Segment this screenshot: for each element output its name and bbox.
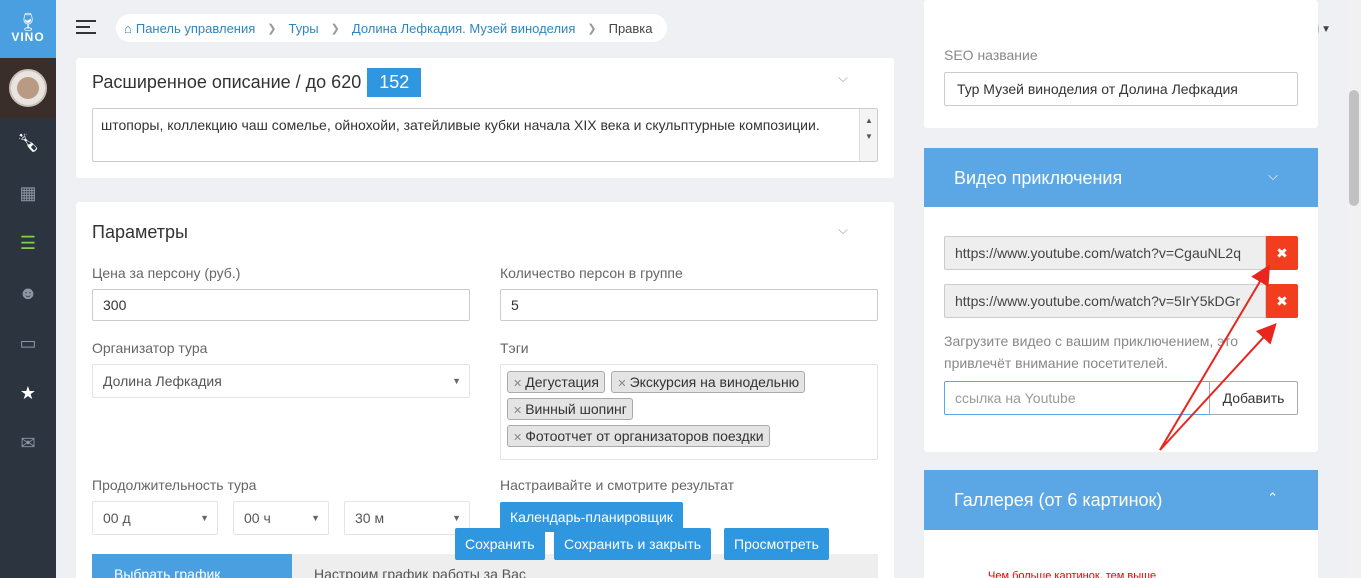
sidebar-item-wine[interactable]: 🍾︎ bbox=[0, 118, 56, 168]
organizer-select[interactable]: Долина Лефкадия ▼ bbox=[92, 364, 470, 398]
seo-label: SEO название bbox=[944, 47, 1038, 63]
youtube-link-input[interactable]: ссылка на Youtube bbox=[944, 381, 1210, 415]
group-size-label: Количество персон в группе bbox=[500, 265, 683, 281]
wine-glass-icon: 🍷︎ bbox=[16, 12, 40, 32]
organizer-label: Организатор тура bbox=[92, 340, 208, 356]
chevron-right-icon: ❯ bbox=[267, 22, 277, 35]
seo-card: SEO название Тур Музей виноделия от Доли… bbox=[924, 0, 1318, 128]
gallery-card: Галлерея (от 6 картинок) ⌃ Чем больше ка… bbox=[924, 470, 1318, 578]
video-card-header[interactable]: Видео приключения ⌵ bbox=[924, 148, 1318, 207]
breadcrumb-dashboard[interactable]: Панель управления bbox=[136, 21, 255, 36]
remove-video-button[interactable]: ✖ bbox=[1266, 284, 1298, 318]
sidebar-item-window[interactable]: ▭ bbox=[0, 318, 56, 368]
preview-button[interactable]: Просмотреть bbox=[724, 528, 829, 560]
sidebar-item-calendar[interactable]: ▦ bbox=[0, 168, 56, 218]
breadcrumb-current: Правка bbox=[608, 20, 653, 36]
calendar-icon: ▦ bbox=[19, 182, 37, 203]
chevron-up-icon[interactable]: ⌃ bbox=[1267, 490, 1278, 506]
duration-minutes-select[interactable]: 30 м ▼ bbox=[344, 501, 470, 535]
sidebar-item-users[interactable]: ☻ bbox=[0, 268, 56, 318]
breadcrumb: ⌂ Панель управления ❯ Туры ❯ Долина Лефк… bbox=[116, 14, 667, 42]
sidebar-item-mail[interactable]: ✉ bbox=[0, 418, 56, 468]
planner-label: Настраивайте и смотрите результат bbox=[500, 477, 735, 493]
star-icon: ★ bbox=[19, 382, 37, 403]
tag-item[interactable]: ✕ Дегустация bbox=[507, 371, 605, 393]
scrollbar-thumb[interactable] bbox=[1349, 90, 1359, 206]
tags-label: Тэги bbox=[500, 340, 529, 356]
chevron-down-icon[interactable]: ⌵ bbox=[1268, 168, 1278, 184]
sidebar-item-list[interactable]: ☰ bbox=[0, 218, 56, 268]
duration-days-select[interactable]: 00 д ▼ bbox=[92, 501, 218, 535]
duration-hours-select[interactable]: 00 ч ▼ bbox=[233, 501, 329, 535]
close-icon: ✖ bbox=[1276, 245, 1288, 261]
app-logo[interactable]: 🍷︎ VINO bbox=[0, 0, 56, 58]
add-video-button[interactable]: Добавить bbox=[1209, 381, 1298, 415]
remove-tag-icon[interactable]: ✕ bbox=[513, 432, 522, 444]
bottle-icon: 🍾︎ bbox=[16, 132, 40, 153]
chevron-right-icon: ❯ bbox=[587, 22, 597, 35]
price-input[interactable]: 300 bbox=[92, 289, 470, 321]
tag-item[interactable]: ✕ Винный шопинг bbox=[507, 398, 633, 420]
mail-icon: ✉ bbox=[20, 432, 36, 453]
tags-input[interactable]: ✕ Дегустация ✕ Экскурсия на винодельню ✕ Ви… bbox=[500, 364, 878, 460]
gallery-card-header[interactable]: Галлерея (от 6 картинок) ⌃ bbox=[924, 470, 1318, 530]
remove-tag-icon[interactable]: ✕ bbox=[617, 378, 626, 390]
window-icon: ▭ bbox=[19, 332, 37, 353]
video-card: Видео приключения ⌵ https://www.youtube.… bbox=[924, 148, 1318, 452]
video-link-input[interactable]: https://www.youtube.com/watch?v=5IrY5kDG… bbox=[944, 284, 1266, 318]
remove-tag-icon[interactable]: ✕ bbox=[513, 405, 522, 417]
tag-item[interactable]: ✕ Экскурсия на винодельню bbox=[611, 371, 806, 393]
tab-setup-schedule[interactable]: Настроим график работы за Вас bbox=[314, 566, 526, 578]
extended-description-title: Расширенное описание / до 620 152 bbox=[92, 68, 422, 97]
char-count-badge: 152 bbox=[367, 68, 422, 97]
caret-down-icon[interactable]: ▼ bbox=[1321, 24, 1331, 35]
page-scrollbar[interactable] bbox=[1347, 0, 1361, 578]
chevron-down-icon[interactable]: ⌵ bbox=[838, 70, 848, 86]
gallery-note: Чем больше картинок, тем выше bbox=[988, 570, 1157, 578]
textarea-scrollbar[interactable]: ▲ ▼ bbox=[859, 109, 877, 161]
video-link-input[interactable]: https://www.youtube.com/watch?v=CgauNL2q bbox=[944, 236, 1266, 270]
caret-down-icon: ▼ bbox=[200, 513, 209, 523]
sidebar-item-favorites[interactable]: ★ bbox=[0, 368, 56, 418]
save-button[interactable]: Сохранить bbox=[455, 528, 545, 560]
users-icon: ☻ bbox=[18, 282, 38, 303]
sidebar: 🍷︎ VINO 🍾︎ ▦ ☰ ☻ ▭ ★ ✉ bbox=[0, 0, 56, 578]
group-size-input[interactable]: 5 bbox=[500, 289, 878, 321]
close-icon: ✖ bbox=[1276, 293, 1288, 309]
list-icon: ☰ bbox=[19, 232, 37, 253]
caret-down-icon: ▼ bbox=[311, 513, 320, 523]
extended-description-textarea[interactable]: штопоры, коллекцию чаш сомелье, ойнохойи… bbox=[92, 108, 878, 162]
params-card: Параметры ⌵ Цена за персону (руб.) 300 К… bbox=[76, 202, 894, 578]
video-hint: Загрузите видео с вашим приключением, эт… bbox=[944, 333, 1239, 371]
menu-toggle-icon[interactable] bbox=[76, 20, 96, 38]
breadcrumb-tour[interactable]: Долина Лефкадия. Музей виноделия bbox=[352, 21, 576, 36]
remove-video-button[interactable]: ✖ bbox=[1266, 236, 1298, 270]
sidebar-avatar[interactable] bbox=[0, 58, 56, 118]
chevron-right-icon: ❯ bbox=[330, 22, 340, 35]
breadcrumb-tours[interactable]: Туры bbox=[289, 21, 319, 36]
home-icon: ⌂ bbox=[124, 20, 132, 36]
duration-label: Продолжительность тура bbox=[92, 477, 257, 493]
tab-choose-schedule[interactable]: Выбрать график работы bbox=[92, 554, 292, 578]
chevron-down-icon[interactable]: ⌵ bbox=[838, 222, 848, 238]
save-close-button[interactable]: Сохранить и закрыть bbox=[554, 528, 712, 560]
params-title: Параметры bbox=[92, 222, 188, 242]
extended-description-card: Расширенное описание / до 620 152 ⌵ штоп… bbox=[76, 58, 894, 178]
seo-title-input[interactable]: Тур Музей виноделия от Долина Лефкадия bbox=[944, 72, 1298, 106]
scroll-down-icon[interactable]: ▼ bbox=[865, 127, 873, 147]
remove-tag-icon[interactable]: ✕ bbox=[513, 378, 522, 390]
tag-item[interactable]: ✕ Фотоотчет от организаторов поездки bbox=[507, 425, 770, 447]
caret-down-icon: ▼ bbox=[452, 376, 461, 386]
price-label: Цена за персону (руб.) bbox=[92, 265, 241, 281]
logo-text: VINO bbox=[11, 30, 45, 44]
